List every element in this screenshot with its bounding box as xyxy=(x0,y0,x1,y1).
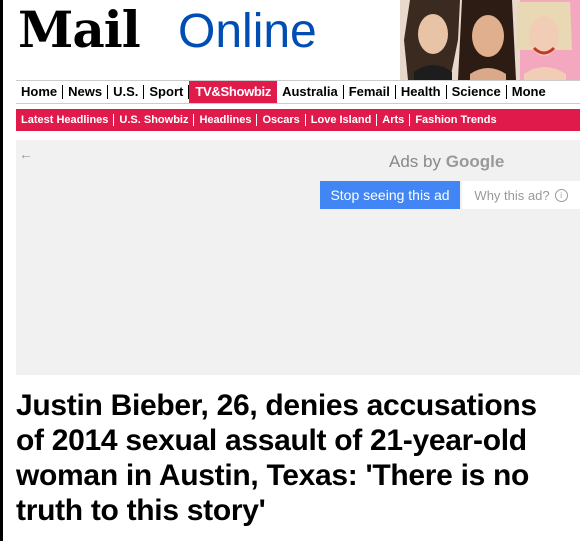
ads-by-google-label: Ads by Google xyxy=(389,152,504,172)
nav-item-money[interactable]: Mone xyxy=(507,84,551,99)
nav-item-femail[interactable]: Femail xyxy=(344,84,396,99)
logo-mail[interactable]: Mail xyxy=(18,2,141,58)
nav-item-sport[interactable]: Sport xyxy=(144,84,190,99)
nav-item-australia[interactable]: Australia xyxy=(277,84,344,99)
subnav-arts[interactable]: Arts xyxy=(377,114,411,126)
nav-item-health[interactable]: Health xyxy=(396,84,447,99)
stop-seeing-ad-button[interactable]: Stop seeing this ad xyxy=(320,181,460,209)
nav-item-tv-showbiz[interactable]: TV&Showbiz xyxy=(189,81,278,103)
secondary-nav: Latest Headlines U.S. Showbiz Headlines … xyxy=(16,109,580,131)
subnav-fashion-trends[interactable]: Fashion Trends xyxy=(410,114,501,126)
masthead: Mail Online xyxy=(16,0,580,80)
subnav-love-island[interactable]: Love Island xyxy=(306,114,378,126)
why-this-ad-button[interactable]: Why this ad? i xyxy=(462,181,580,209)
primary-nav: Home News U.S. Sport TV&Showbiz Australi… xyxy=(16,80,580,104)
logo-online[interactable]: Online xyxy=(178,6,317,58)
article-headline[interactable]: Justin Bieber, 26, denies accusations of… xyxy=(16,388,572,528)
celebrity-faces-illustration xyxy=(400,0,580,80)
nav-item-home[interactable]: Home xyxy=(16,84,64,99)
back-arrow-icon[interactable]: ← xyxy=(19,146,33,162)
subnav-us-showbiz[interactable]: U.S. Showbiz xyxy=(114,114,195,126)
subnav-headlines[interactable]: Headlines xyxy=(194,114,258,126)
subnav-latest-headlines[interactable]: Latest Headlines xyxy=(16,114,115,126)
nav-item-us[interactable]: U.S. xyxy=(108,84,145,99)
nav-item-science[interactable]: Science xyxy=(447,84,507,99)
subnav-oscars[interactable]: Oscars xyxy=(257,114,306,126)
celebrity-banner-image[interactable] xyxy=(400,0,580,80)
nav-item-news[interactable]: News xyxy=(63,84,109,99)
ads-by-text: Ads by xyxy=(389,152,441,171)
info-icon: i xyxy=(554,188,568,202)
ad-slot: ← Ads by Google Stop seeing this ad Why … xyxy=(16,140,580,375)
google-wordmark: Google xyxy=(445,152,505,171)
why-this-ad-label: Why this ad? xyxy=(474,187,550,203)
page-edge xyxy=(0,0,3,541)
